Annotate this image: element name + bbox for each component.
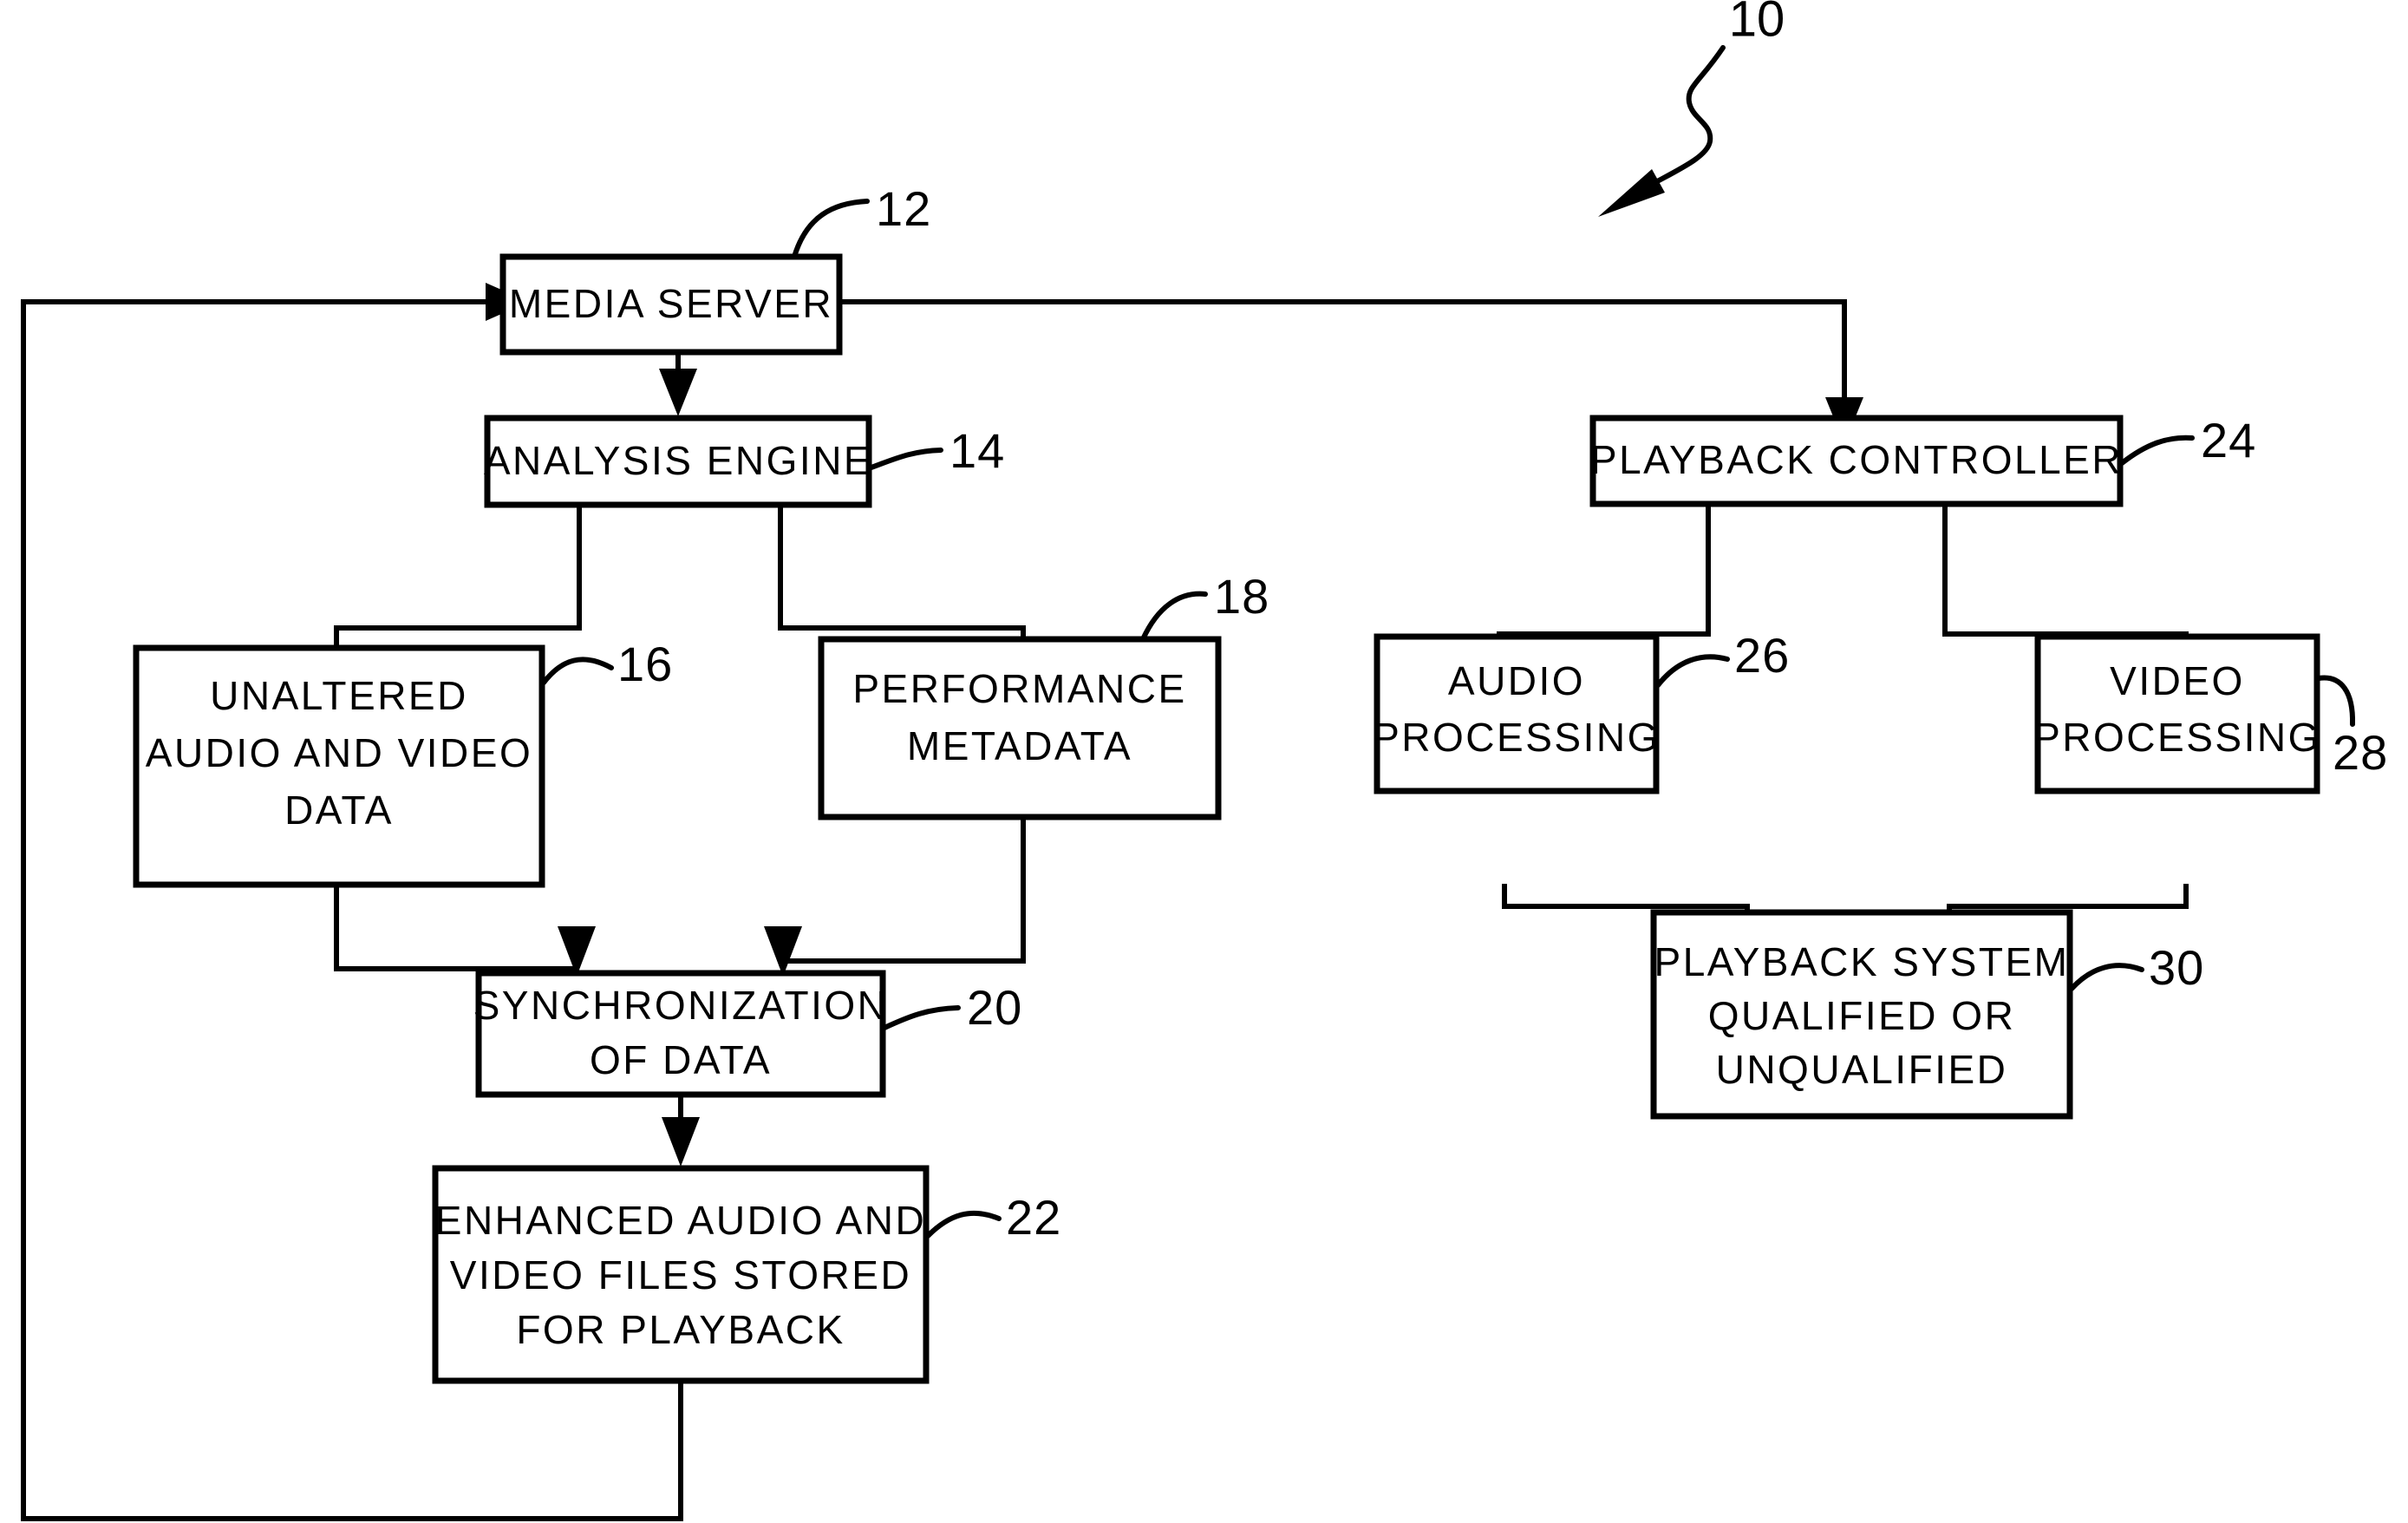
leader-line-10-s-curve xyxy=(1641,45,1726,192)
ref-callout-30: 30 xyxy=(2069,940,2204,995)
analysis-engine-label: ANALYSIS ENGINE xyxy=(484,438,872,483)
leader-line-22 xyxy=(925,1210,1002,1239)
ref-callout-16: 16 xyxy=(541,637,673,691)
leader-line-14 xyxy=(866,448,943,471)
enhanced-files-label-line3: FOR PLAYBACK xyxy=(516,1307,845,1352)
unaltered-data-label-line2: AUDIO AND VIDEO xyxy=(146,730,532,775)
leader-line-20 xyxy=(882,1005,961,1030)
ref-number-20: 20 xyxy=(967,980,1022,1035)
audio-processing-label-line1: AUDIO xyxy=(1448,658,1585,703)
node-audio-processing[interactable]: AUDIO PROCESSING xyxy=(1373,633,1661,794)
figure-reference-callout: 10 xyxy=(1598,0,1785,217)
connector-synchronization-to-enhanced xyxy=(662,1095,700,1167)
leader-line-12 xyxy=(792,199,870,259)
node-analysis-engine[interactable]: ANALYSIS ENGINE xyxy=(484,415,872,508)
node-media-server[interactable]: MEDIA SERVER xyxy=(499,253,843,356)
leader-line-18 xyxy=(1140,591,1208,642)
media-server-label: MEDIA SERVER xyxy=(509,281,833,326)
video-processing-label-line1: VIDEO xyxy=(2110,658,2245,703)
ref-callout-12: 12 xyxy=(792,181,931,259)
arrowhead-metadata-to-sync xyxy=(764,926,802,977)
node-performance-metadata[interactable]: PERFORMANCE METADATA xyxy=(818,636,1222,820)
leader-line-16 xyxy=(541,657,614,685)
audio-processing-label-line2: PROCESSING xyxy=(1373,715,1661,760)
arrowhead-figure-10 xyxy=(1598,169,1665,217)
ref-callout-28: 28 xyxy=(2316,675,2388,780)
arrowhead-to-enhanced xyxy=(662,1117,700,1167)
enhanced-files-label-line1: ENHANCED AUDIO AND xyxy=(435,1198,926,1243)
node-playback-controller[interactable]: PLAYBACK CONTROLLER xyxy=(1589,415,2124,507)
playback-system-label-line1: PLAYBACK SYSTEM xyxy=(1654,939,2070,984)
ref-number-24: 24 xyxy=(2201,413,2256,467)
ref-number-22: 22 xyxy=(1006,1190,1061,1245)
figure-number-10: 10 xyxy=(1729,0,1785,47)
ref-number-30: 30 xyxy=(2149,940,2204,995)
synchronization-label-line1: SYNCHRONIZATION xyxy=(473,983,889,1028)
synchronization-label-line2: OF DATA xyxy=(590,1037,772,1082)
node-playback-system[interactable]: PLAYBACK SYSTEM QUALIFIED OR UNQUALIFIED xyxy=(1650,909,2073,1120)
connector-media-server-to-analysis-engine xyxy=(659,353,697,416)
node-video-processing[interactable]: VIDEO PROCESSING xyxy=(2033,633,2321,794)
leader-line-24 xyxy=(2119,435,2195,466)
leader-line-30 xyxy=(2069,963,2144,991)
ref-number-18: 18 xyxy=(1214,569,1269,624)
ref-number-16: 16 xyxy=(617,637,673,691)
ref-callout-24: 24 xyxy=(2119,413,2256,467)
leader-line-28 xyxy=(2316,675,2356,727)
video-processing-label-line2: PROCESSING xyxy=(2033,715,2321,760)
ref-callout-18: 18 xyxy=(1140,569,1269,642)
node-unaltered-data[interactable]: UNALTERED AUDIO AND VIDEO DATA xyxy=(133,644,545,888)
unaltered-data-label-line3: DATA xyxy=(284,788,394,833)
ref-callout-22: 22 xyxy=(925,1190,1061,1245)
connector-metadata-to-synchronization xyxy=(764,819,1026,977)
connector-unaltered-to-synchronization xyxy=(334,886,596,977)
ref-number-26: 26 xyxy=(1734,628,1790,683)
playback-system-label-line2: QUALIFIED OR xyxy=(1708,993,2016,1038)
leader-line-26 xyxy=(1655,654,1730,688)
ref-callout-20: 20 xyxy=(882,980,1022,1035)
node-synchronization[interactable]: SYNCHRONIZATION OF DATA xyxy=(473,970,889,1098)
performance-metadata-label-line1: PERFORMANCE xyxy=(852,666,1186,711)
ref-callout-14: 14 xyxy=(866,423,1005,478)
enhanced-files-label-line2: VIDEO FILES STORED xyxy=(450,1252,911,1297)
ref-number-28: 28 xyxy=(2333,725,2388,780)
performance-metadata-label-line2: METADATA xyxy=(907,723,1132,768)
node-enhanced-files[interactable]: ENHANCED AUDIO AND VIDEO FILES STORED FO… xyxy=(432,1165,930,1384)
patent-figure-diagram: MEDIA SERVER 12 ANALYSIS ENGINE 14 UNALT… xyxy=(0,0,2408,1523)
unaltered-data-label-line1: UNALTERED xyxy=(210,673,468,718)
ref-number-14: 14 xyxy=(949,423,1005,478)
arrowhead-to-analysis-engine xyxy=(659,369,697,416)
playback-system-label-line3: UNQUALIFIED xyxy=(1716,1047,2008,1092)
playback-controller-label: PLAYBACK CONTROLLER xyxy=(1590,437,2123,482)
ref-number-12: 12 xyxy=(876,181,931,236)
figure-canvas: MEDIA SERVER 12 ANALYSIS ENGINE 14 UNALT… xyxy=(21,0,2388,1521)
